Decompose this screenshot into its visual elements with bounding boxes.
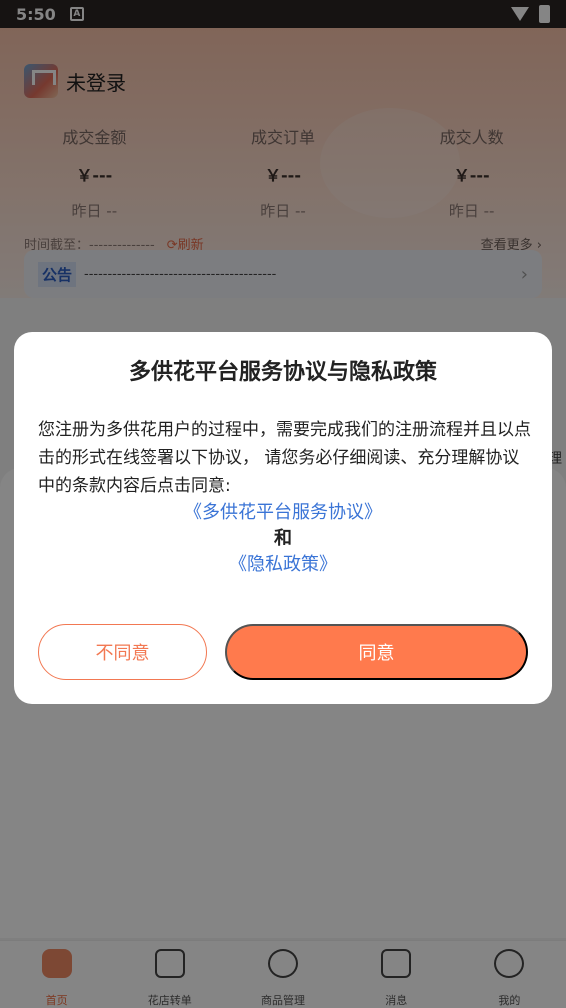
disagree-button[interactable]: 不同意 [38,624,207,680]
dialog-title: 多供花平台服务协议与隐私政策 [128,360,437,385]
service-agreement-link[interactable]: 《多供花平台服务协议》 [14,498,552,524]
and-text: 和 [274,528,292,549]
privacy-policy-link[interactable]: 《隐私政策》 [14,550,552,576]
agreement-dialog: 多供花平台服务协议与隐私政策 您注册为多供花用户的过程中，需要完成我们的注册流程… [14,332,552,704]
dialog-body: 您注册为多供花用户的过程中，需要完成我们的注册流程并且以点击的形式在线签署以下协… [38,420,531,496]
agree-button[interactable]: 同意 [225,624,528,680]
